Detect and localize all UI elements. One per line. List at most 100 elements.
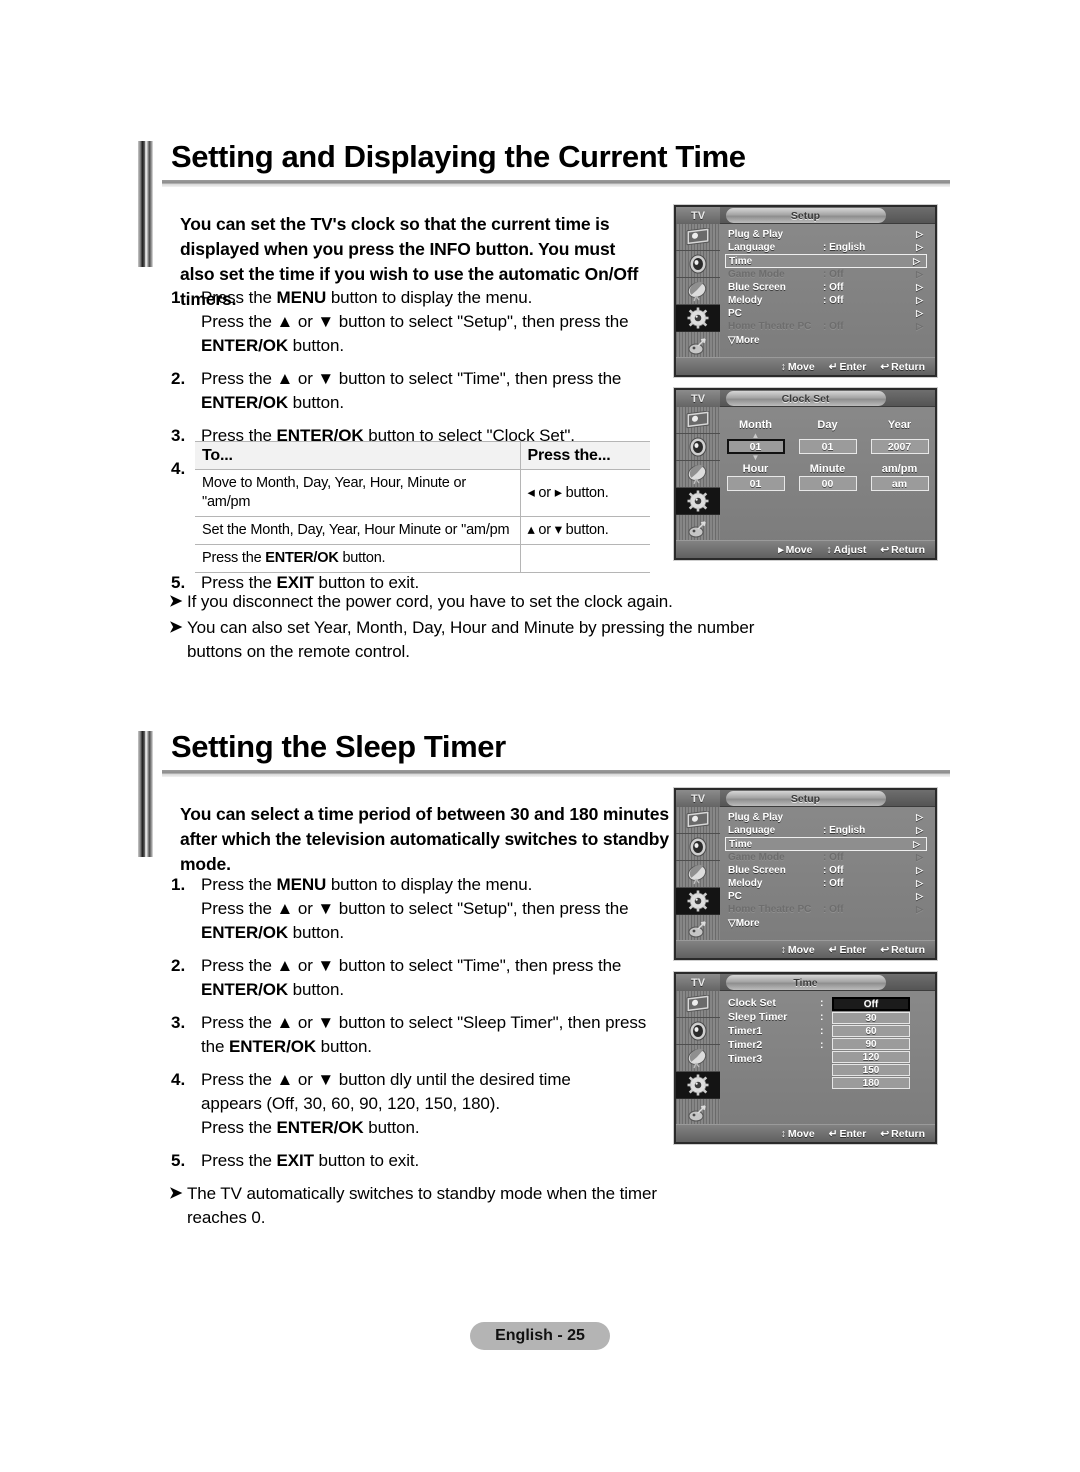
- osd-sidebar[interactable]: [676, 991, 720, 1128]
- osd-menu-more[interactable]: ▽More: [728, 917, 929, 930]
- osd-sidebar[interactable]: [676, 407, 720, 544]
- clock-value-ampm[interactable]: am: [870, 476, 929, 491]
- osd-footer-enter[interactable]: ↵ Enter: [829, 1128, 867, 1140]
- clock-field-minute[interactable]: Minute 00: [798, 463, 857, 491]
- osd-footer-return[interactable]: ↩ Return: [880, 361, 925, 373]
- chevron-right-icon: ▷: [916, 904, 923, 914]
- channel-icon[interactable]: [676, 461, 720, 488]
- sleep-timer-option-selected[interactable]: Off: [832, 997, 910, 1011]
- sleep-timer-option[interactable]: 30: [832, 1012, 910, 1024]
- osd-setup-panel-2[interactable]: TV Setup Plug & Play ▷ Language: Englis…: [674, 788, 937, 960]
- clock-value-month[interactable]: 01: [726, 439, 785, 454]
- osd-sidebar[interactable]: [676, 807, 720, 944]
- sound-icon[interactable]: [676, 1018, 720, 1045]
- setup-icon[interactable]: [676, 305, 720, 332]
- clock-label-month: Month: [739, 419, 772, 431]
- section-setting-current-time: Setting and Displaying the Current Time: [138, 138, 950, 267]
- osd-footer-move[interactable]: ↕ Move: [781, 944, 815, 956]
- channel-icon[interactable]: [676, 278, 720, 305]
- clock-field-month[interactable]: Month ▲ 01 ▼: [726, 419, 785, 462]
- sound-icon[interactable]: [676, 834, 720, 861]
- time-menu-labels[interactable]: Clock Set Sleep Timer Timer1 Timer2 Time…: [728, 997, 820, 1128]
- sleep-timer-options[interactable]: Off 30 60 90 120 150 180: [832, 997, 910, 1128]
- osd-item-value: : Off: [823, 282, 844, 293]
- clock-value-hour[interactable]: 01: [726, 476, 785, 491]
- osd-time-menu[interactable]: Clock Set Sleep Timer Timer1 Timer2 Time…: [720, 991, 935, 1128]
- osd-menu-item[interactable]: Melody: Off ▷: [728, 877, 929, 890]
- osd-footer-enter[interactable]: ↵ Enter: [829, 361, 867, 373]
- osd-footer-move[interactable]: ↕ Move: [781, 1128, 815, 1140]
- osd-menu-item[interactable]: Timer2: [728, 1039, 820, 1053]
- osd-title: Time: [725, 975, 886, 990]
- clock-set-fields[interactable]: Month ▲ 01 ▼ Day ▲ 01 ▼ Year: [720, 407, 935, 544]
- clock-field-year[interactable]: Year ▲ 2007 ▼: [870, 419, 929, 461]
- clock-field-day[interactable]: Day ▲ 01 ▼: [798, 419, 857, 461]
- osd-menu-item[interactable]: Timer1: [728, 1025, 820, 1039]
- sleep-timer-option[interactable]: 150: [832, 1064, 910, 1076]
- osd-menu-item: Game Mode: Off ▷: [728, 851, 929, 864]
- osd-menu-item[interactable]: Plug & Play ▷: [728, 811, 929, 824]
- osd-footer-return[interactable]: ↩ Return: [880, 944, 925, 956]
- osd-footer-move[interactable]: ▸ Move: [778, 544, 812, 556]
- input-icon[interactable]: [676, 915, 720, 942]
- osd-menu-item[interactable]: Blue Screen: Off ▷: [728, 864, 929, 877]
- osd-menu-item[interactable]: Plug & Play ▷: [728, 228, 929, 241]
- sleep-timer-option[interactable]: 180: [832, 1077, 910, 1089]
- note-item: ➤ You can also set Year, Month, Day, Hou…: [169, 616, 789, 664]
- clock-label-ampm: am/pm: [881, 463, 918, 475]
- sleep-timer-option[interactable]: 90: [832, 1038, 910, 1050]
- osd-footer-enter[interactable]: ↵ Enter: [829, 944, 867, 956]
- osd-setup-panel-1[interactable]: TV Setup Plug & Play ▷ Language: Englis…: [674, 205, 937, 377]
- channel-icon[interactable]: [676, 861, 720, 888]
- osd-menu-item[interactable]: Language: English ▷: [728, 241, 929, 254]
- picture-icon[interactable]: [676, 807, 720, 834]
- setup-icon[interactable]: [676, 1072, 720, 1099]
- osd-footer: ↕ Move ↵ Enter ↩ Return: [676, 1124, 935, 1142]
- input-icon[interactable]: [676, 1099, 720, 1126]
- osd-menu-list[interactable]: Plug & Play ▷ Language: English ▷ Time ▷ Ga…: [720, 807, 935, 944]
- osd-menu-item[interactable]: Melody: Off ▷: [728, 294, 929, 307]
- osd-clock-set-panel[interactable]: TV Clock Set Month ▲ 01 ▼ Day 01 Year 20…: [674, 388, 937, 560]
- chevron-right-icon: ▷: [916, 282, 923, 292]
- osd-menu-item[interactable]: Blue Screen: Off ▷: [728, 281, 929, 294]
- osd-item-value: : Off: [823, 865, 844, 876]
- osd-menu-item[interactable]: PC ▷: [728, 890, 929, 903]
- sleep-timer-option[interactable]: 60: [832, 1025, 910, 1037]
- sound-icon[interactable]: [676, 434, 720, 461]
- osd-item-label: Language: [728, 825, 776, 836]
- osd-menu-item[interactable]: Timer3: [728, 1053, 820, 1067]
- picture-icon[interactable]: [676, 991, 720, 1018]
- note-item: ➤ The TV automatically switches to stand…: [169, 1182, 789, 1230]
- input-icon[interactable]: [676, 515, 720, 542]
- osd-menu-more[interactable]: ▽More: [728, 334, 929, 347]
- osd-time-panel[interactable]: TV Time Clock Set Sleep Timer Timer1 Tim…: [674, 972, 937, 1144]
- osd-menu-item[interactable]: Language: English ▷: [728, 824, 929, 837]
- osd-footer-move[interactable]: ↕ Move: [781, 361, 815, 373]
- osd-menu-item[interactable]: PC ▷: [728, 307, 929, 320]
- osd-menu-list[interactable]: Plug & Play ▷ Language: English ▷ Time ▷ Ga…: [720, 224, 935, 361]
- osd-footer-adjust[interactable]: ↕ Adjust: [826, 544, 866, 556]
- setup-icon[interactable]: [676, 888, 720, 915]
- clock-value-minute[interactable]: 00: [798, 476, 857, 491]
- osd-item-value: : Off: [823, 852, 844, 863]
- osd-menu-item-selected[interactable]: Time ▷: [725, 254, 927, 268]
- setup-icon[interactable]: [676, 488, 720, 515]
- sound-icon[interactable]: [676, 251, 720, 278]
- clock-value-year[interactable]: 2007: [870, 439, 929, 454]
- channel-icon[interactable]: [676, 1045, 720, 1072]
- picture-icon[interactable]: [676, 407, 720, 434]
- osd-footer-return[interactable]: ↩ Return: [880, 1128, 925, 1140]
- osd-menu-item[interactable]: Clock Set: [728, 997, 820, 1011]
- input-icon[interactable]: [676, 332, 720, 359]
- osd-footer-return[interactable]: ↩ Return: [880, 544, 925, 556]
- osd-menu-item-selected[interactable]: Time ▷: [725, 837, 927, 851]
- picture-icon[interactable]: [676, 224, 720, 251]
- clock-field-ampm[interactable]: am/pm am: [870, 463, 929, 491]
- sleep-timer-option[interactable]: 120: [832, 1051, 910, 1063]
- clock-value-day[interactable]: 01: [798, 439, 857, 454]
- osd-menu-item[interactable]: Sleep Timer: [728, 1011, 820, 1025]
- osd-sidebar[interactable]: [676, 224, 720, 361]
- osd-item-label: Melody: [728, 295, 763, 306]
- osd-titlebar: TV Setup: [676, 790, 935, 807]
- clock-field-hour[interactable]: Hour 01: [726, 463, 785, 491]
